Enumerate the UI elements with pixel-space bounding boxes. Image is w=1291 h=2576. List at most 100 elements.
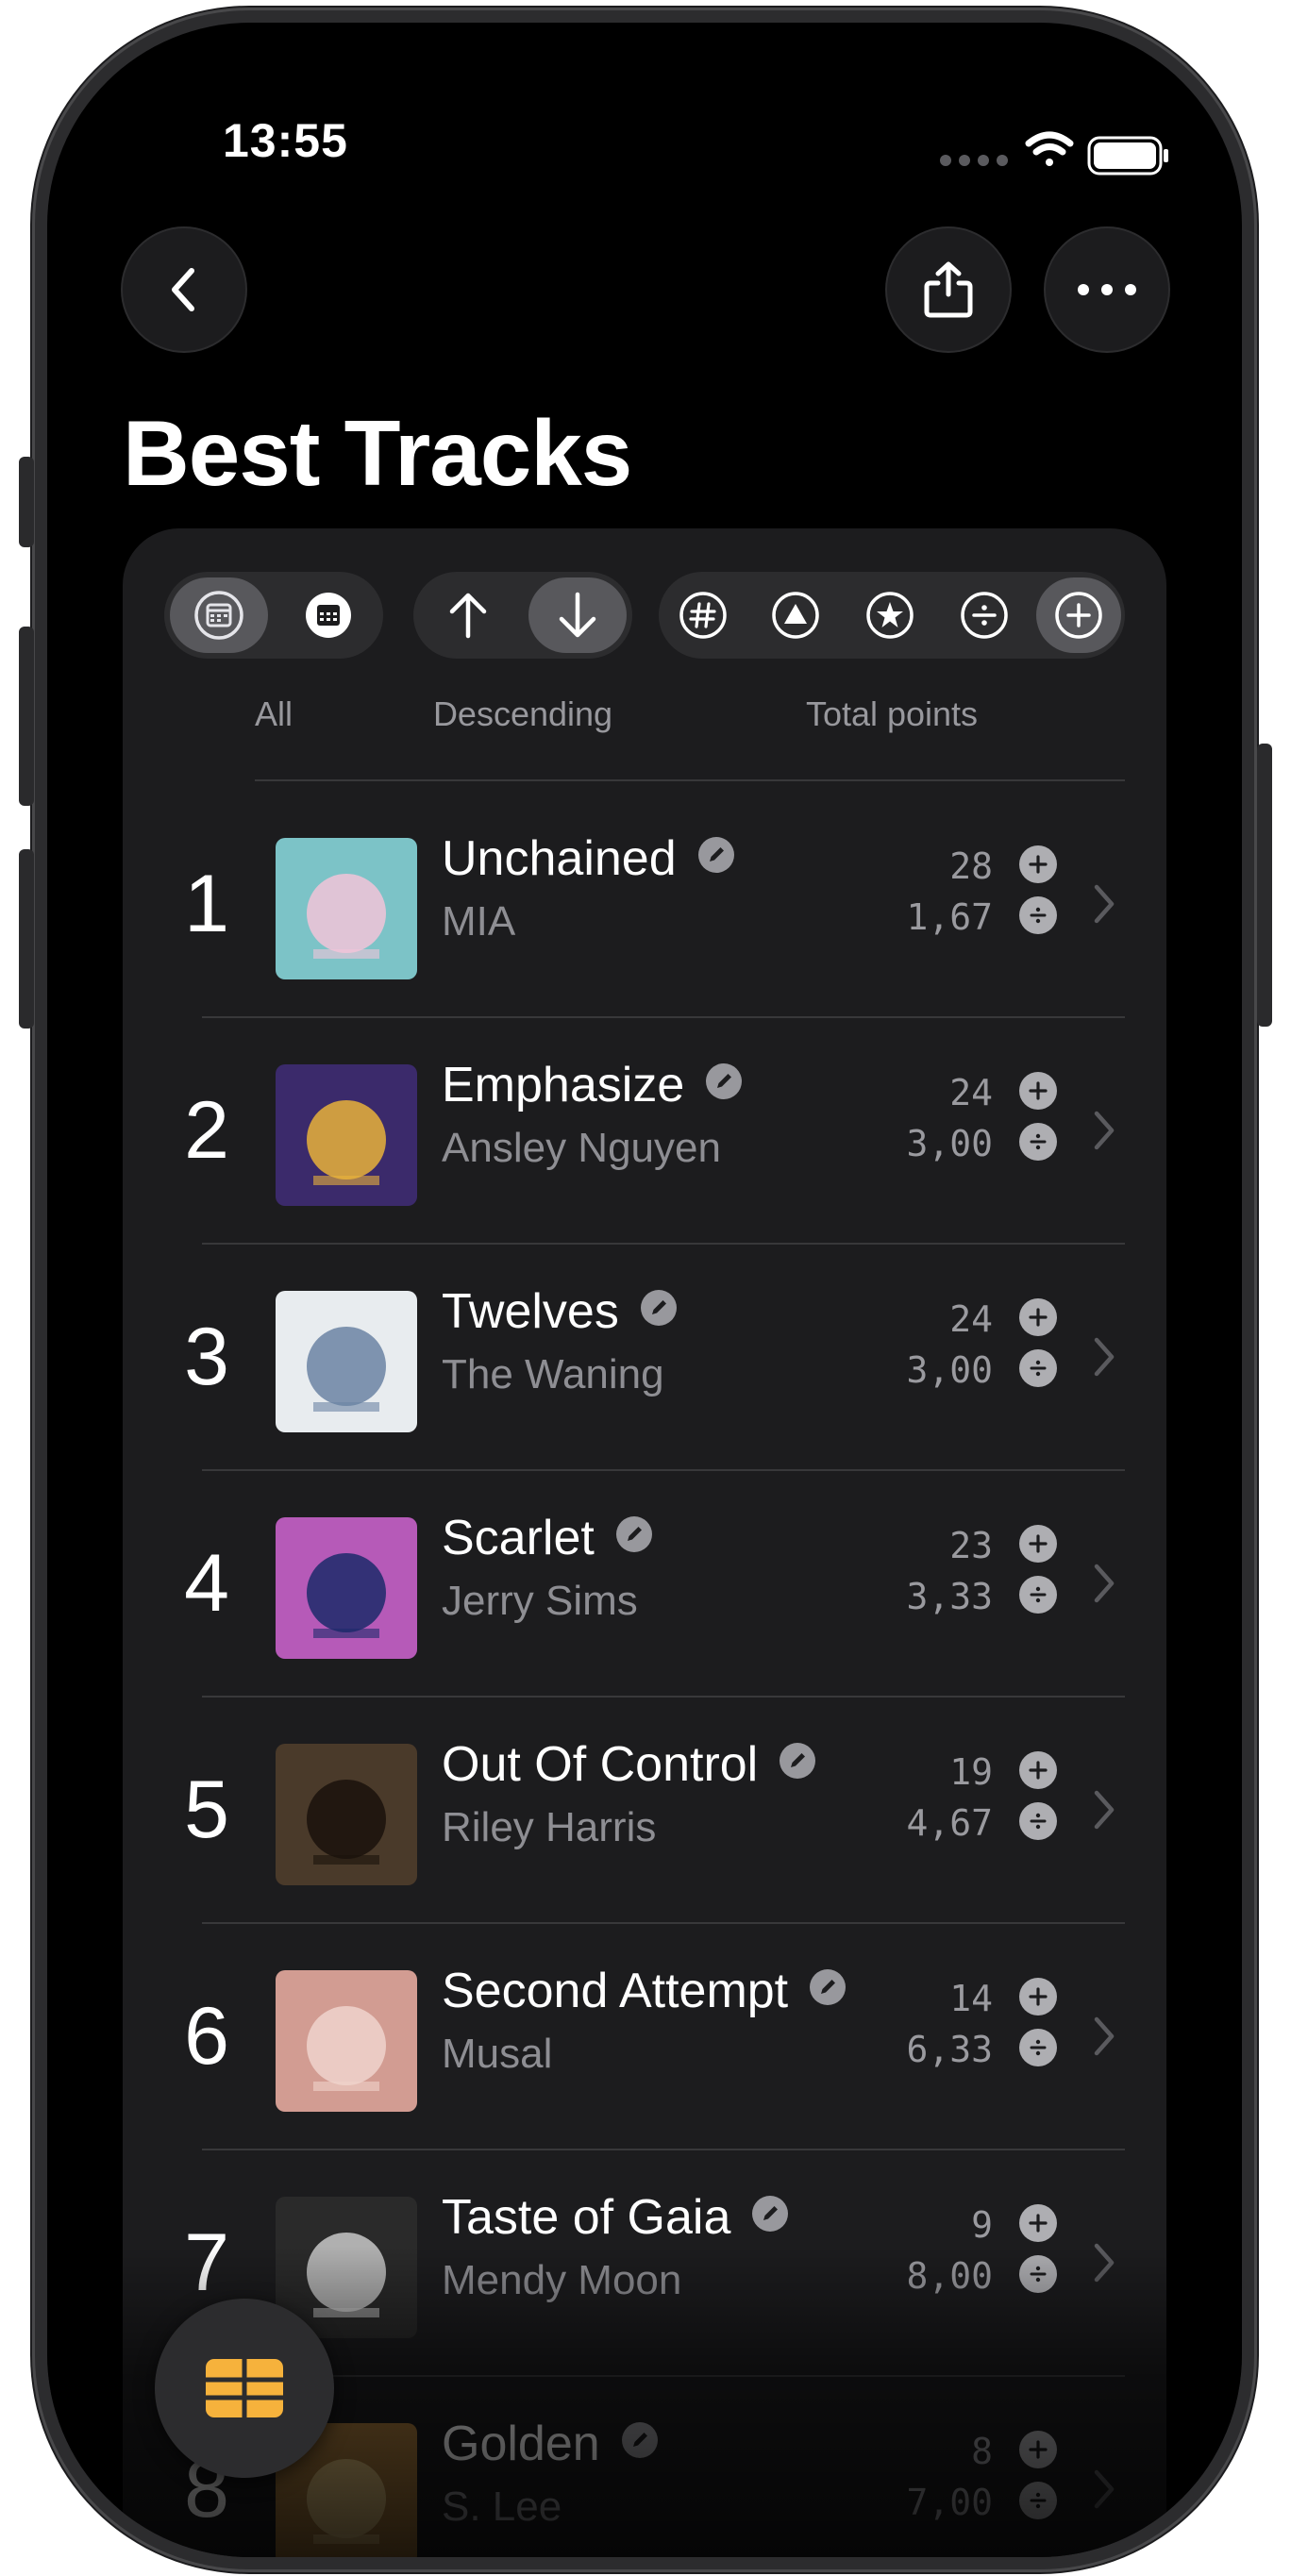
- chevron-right-icon: [1089, 878, 1117, 935]
- battery-icon: [1087, 136, 1168, 176]
- album-art: [276, 1744, 417, 1885]
- album-art-band: [313, 1629, 379, 1638]
- album-art-shape: [307, 2233, 386, 2312]
- album-art-shape: [307, 874, 386, 953]
- metric-count-button[interactable]: [661, 577, 746, 653]
- track-title: Emphasize: [442, 1057, 743, 1113]
- metric-triangle-button[interactable]: [753, 577, 838, 653]
- plus-circle-icon: [1019, 1525, 1057, 1563]
- divide-circle-icon: [1019, 1576, 1057, 1614]
- plus-circle-icon: [1055, 592, 1102, 639]
- track-average: 3,00: [906, 1123, 993, 1164]
- period-all-button[interactable]: [170, 577, 268, 653]
- track-title: Second Attempt: [442, 1963, 847, 2019]
- ascending-button[interactable]: [419, 577, 517, 653]
- album-art: [276, 1064, 417, 1206]
- pencil-circle-icon[interactable]: [705, 1056, 743, 1112]
- share-button[interactable]: [885, 226, 1012, 353]
- track-title: Out Of Control: [442, 1736, 816, 1793]
- track-title-text: Twelves: [442, 1284, 619, 1339]
- album-art: [276, 838, 417, 979]
- descending-button[interactable]: [528, 577, 627, 653]
- divide-circle-icon: [1019, 896, 1057, 934]
- arrow-down-icon: [559, 592, 596, 638]
- status-time: 13:55: [223, 114, 348, 167]
- track-points: 8: [971, 2431, 993, 2472]
- track-title-text: Out Of Control: [442, 1737, 759, 1792]
- pencil-circle-icon[interactable]: [697, 829, 735, 886]
- ellipsis-icon: [1078, 284, 1136, 295]
- album-art: [276, 1517, 417, 1659]
- album-art-shape: [307, 1327, 386, 1406]
- track-average: 8,00: [906, 2255, 993, 2297]
- chevron-right-icon: [1089, 1104, 1117, 1162]
- track-title: Unchained: [442, 830, 735, 887]
- track-row[interactable]: 3 Twelves The Waning 24 3,00: [123, 1244, 1166, 1470]
- wifi-icon: [1025, 131, 1074, 166]
- chevron-left-icon: [172, 268, 194, 311]
- track-rank: 3: [184, 1311, 229, 1402]
- album-art-shape: [307, 1780, 386, 1859]
- divide-circle-icon: [961, 592, 1008, 639]
- track-points: 24: [949, 1072, 993, 1113]
- period-date-button[interactable]: [279, 577, 377, 653]
- track-title-text: Unchained: [442, 831, 677, 886]
- plus-circle-icon: [1019, 2204, 1057, 2242]
- track-rank: 4: [184, 1537, 229, 1629]
- track-title: Taste of Gaia: [442, 2189, 789, 2246]
- triangle-circle-icon: [772, 592, 819, 639]
- back-button[interactable]: [121, 226, 247, 353]
- album-art-band: [313, 2308, 379, 2317]
- divide-circle-icon: [1019, 2029, 1057, 2066]
- grid-view-button[interactable]: [155, 2299, 334, 2478]
- plus-circle-icon: [1019, 1978, 1057, 2016]
- track-average: 3,33: [906, 1576, 993, 1617]
- album-art-band: [313, 1176, 379, 1185]
- chevron-right-icon: [1089, 2010, 1117, 2067]
- track-title-text: Second Attempt: [442, 1964, 789, 2018]
- track-artist: MIA: [442, 898, 516, 945]
- more-button[interactable]: [1044, 226, 1170, 353]
- track-artist: Jerry Sims: [442, 1578, 638, 1624]
- pencil-circle-icon[interactable]: [615, 1509, 653, 1565]
- side-button-volume-down: [19, 849, 34, 1029]
- track-title-text: Scarlet: [442, 1511, 595, 1565]
- track-row[interactable]: 1 Unchained MIA 28 1,67: [123, 791, 1166, 1017]
- track-title: Twelves: [442, 1283, 678, 1340]
- track-title-text: Taste of Gaia: [442, 2190, 731, 2245]
- track-points: 14: [949, 1978, 993, 2019]
- pencil-circle-icon[interactable]: [640, 1282, 678, 1339]
- metric-star-button[interactable]: [847, 577, 932, 653]
- number-circle-icon: [679, 592, 727, 639]
- track-row[interactable]: 6 Second Attempt Musal 14 6,33: [123, 1923, 1166, 2149]
- track-title: Golden: [442, 2416, 659, 2472]
- track-row[interactable]: 2 Emphasize Ansley Nguyen 24 3,00: [123, 1017, 1166, 1244]
- track-title: Scarlet: [442, 1510, 653, 1566]
- metric-total-button[interactable]: [1036, 577, 1121, 653]
- share-icon: [924, 261, 973, 318]
- track-points: 19: [949, 1751, 993, 1793]
- header-divider: [255, 779, 1125, 781]
- track-artist: Ansley Nguyen: [442, 1125, 721, 1171]
- divide-circle-icon: [1019, 1802, 1057, 1840]
- pencil-circle-icon[interactable]: [779, 1735, 816, 1792]
- track-average: 6,33: [906, 2029, 993, 2070]
- album-art-shape: [307, 1553, 386, 1632]
- divide-circle-icon: [1019, 1123, 1057, 1161]
- pencil-circle-icon[interactable]: [809, 1962, 847, 2018]
- metric-segmented-control: [659, 572, 1125, 659]
- divide-circle-icon: [1019, 2255, 1057, 2293]
- track-title-text: Golden: [442, 2417, 600, 2471]
- track-row[interactable]: 5 Out Of Control Riley Harris 19 4,67: [123, 1697, 1166, 1923]
- metric-average-button[interactable]: [942, 577, 1027, 653]
- pencil-circle-icon[interactable]: [621, 2415, 659, 2471]
- order-segmented-control: [413, 572, 632, 659]
- side-button-mute: [19, 457, 34, 547]
- period-label: All: [254, 694, 293, 733]
- track-row[interactable]: 4 Scarlet Jerry Sims 23 3,33: [123, 1470, 1166, 1697]
- metric-label: Total points: [805, 694, 979, 733]
- track-artist: S. Lee: [442, 2484, 562, 2530]
- track-points: 28: [949, 845, 993, 887]
- pencil-circle-icon[interactable]: [751, 2188, 789, 2245]
- track-artist: Musal: [442, 2031, 553, 2077]
